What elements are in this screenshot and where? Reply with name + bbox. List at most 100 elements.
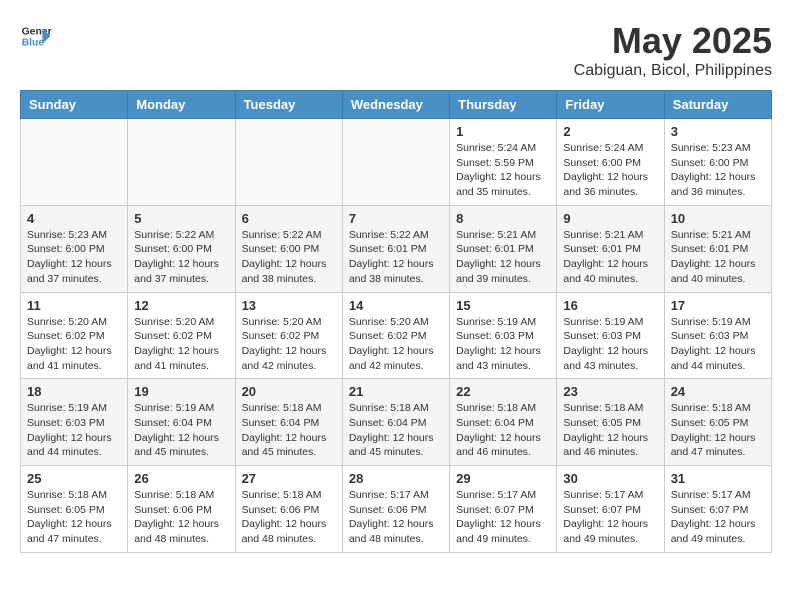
logo: General Blue [20,20,52,52]
table-row [342,119,449,206]
day-info: Sunrise: 5:20 AMSunset: 6:02 PMDaylight:… [27,315,121,374]
table-row: 25 Sunrise: 5:18 AMSunset: 6:05 PMDayligh… [21,466,128,553]
table-row: 24 Sunrise: 5:18 AMSunset: 6:05 PMDayligh… [664,379,771,466]
day-number: 30 [563,471,657,486]
day-info: Sunrise: 5:22 AMSunset: 6:01 PMDaylight:… [349,228,443,287]
table-row: 31 Sunrise: 5:17 AMSunset: 6:07 PMDayligh… [664,466,771,553]
table-row: 13 Sunrise: 5:20 AMSunset: 6:02 PMDayligh… [235,292,342,379]
day-number: 16 [563,298,657,313]
weekday-header-row: Sunday Monday Tuesday Wednesday Thursday… [21,91,772,119]
day-info: Sunrise: 5:19 AMSunset: 6:03 PMDaylight:… [563,315,657,374]
week-row-1: 1Sunrise: 5:24 AMSunset: 5:59 PMDaylight… [21,119,772,206]
table-row [128,119,235,206]
day-info: Sunrise: 5:17 AMSunset: 6:06 PMDaylight:… [349,488,443,547]
day-number: 25 [27,471,121,486]
day-info: Sunrise: 5:18 AMSunset: 6:04 PMDaylight:… [349,401,443,460]
table-row: 1Sunrise: 5:24 AMSunset: 5:59 PMDaylight… [450,119,557,206]
day-info: Sunrise: 5:19 AMSunset: 6:03 PMDaylight:… [456,315,550,374]
table-row: 22 Sunrise: 5:18 AMSunset: 6:04 PMDayligh… [450,379,557,466]
day-number: 9 [563,211,657,226]
week-row-5: 25 Sunrise: 5:18 AMSunset: 6:05 PMDayligh… [21,466,772,553]
day-number: 23 [563,384,657,399]
day-info: Sunrise: 5:19 AMSunset: 6:04 PMDaylight:… [134,401,228,460]
day-number: 26 [134,471,228,486]
day-number: 12 [134,298,228,313]
table-row: 14 Sunrise: 5:20 AMSunset: 6:02 PMDayligh… [342,292,449,379]
logo-icon: General Blue [20,20,52,52]
day-info: Sunrise: 5:24 AMSunset: 6:00 PMDaylight:… [563,141,657,200]
table-row: 5 Sunrise: 5:22 AMSunset: 6:00 PMDaylight… [128,205,235,292]
day-info: Sunrise: 5:21 AMSunset: 6:01 PMDaylight:… [456,228,550,287]
day-number: 28 [349,471,443,486]
day-info: Sunrise: 5:22 AMSunset: 6:00 PMDaylight:… [134,228,228,287]
table-row: 27 Sunrise: 5:18 AMSunset: 6:06 PMDayligh… [235,466,342,553]
table-row: 2 Sunrise: 5:24 AMSunset: 6:00 PMDaylight… [557,119,664,206]
day-number: 14 [349,298,443,313]
table-row: 30Sunrise: 5:17 AMSunset: 6:07 PMDayligh… [557,466,664,553]
svg-text:Blue: Blue [22,38,45,49]
day-number: 10 [671,211,765,226]
table-row: 18Sunrise: 5:19 AMSunset: 6:03 PMDayligh… [21,379,128,466]
day-number: 4 [27,211,121,226]
table-row: 12Sunrise: 5:20 AMSunset: 6:02 PMDayligh… [128,292,235,379]
table-row: 26 Sunrise: 5:18 AMSunset: 6:06 PMDayligh… [128,466,235,553]
day-number: 24 [671,384,765,399]
calendar-title: May 2025 [574,20,772,62]
day-info: Sunrise: 5:18 AMSunset: 6:05 PMDaylight:… [671,401,765,460]
day-number: 29 [456,471,550,486]
day-info: Sunrise: 5:17 AMSunset: 6:07 PMDaylight:… [671,488,765,547]
table-row: 23 Sunrise: 5:18 AMSunset: 6:05 PMDayligh… [557,379,664,466]
day-info: Sunrise: 5:23 AMSunset: 6:00 PMDaylight:… [27,228,121,287]
day-number: 2 [563,124,657,139]
calendar-table: Sunday Monday Tuesday Wednesday Thursday… [20,90,772,553]
header-thursday: Thursday [450,91,557,119]
day-info: Sunrise: 5:18 AMSunset: 6:04 PMDaylight:… [242,401,336,460]
day-info: Sunrise: 5:18 AMSunset: 6:04 PMDaylight:… [456,401,550,460]
week-row-4: 18Sunrise: 5:19 AMSunset: 6:03 PMDayligh… [21,379,772,466]
day-number: 11 [27,298,121,313]
table-row: 19Sunrise: 5:19 AMSunset: 6:04 PMDayligh… [128,379,235,466]
header-wednesday: Wednesday [342,91,449,119]
table-row: 21 Sunrise: 5:18 AMSunset: 6:04 PMDayligh… [342,379,449,466]
day-info: Sunrise: 5:18 AMSunset: 6:05 PMDaylight:… [563,401,657,460]
table-row: 6 Sunrise: 5:22 AMSunset: 6:00 PMDaylight… [235,205,342,292]
header-monday: Monday [128,91,235,119]
day-number: 13 [242,298,336,313]
day-info: Sunrise: 5:21 AMSunset: 6:01 PMDaylight:… [563,228,657,287]
day-number: 31 [671,471,765,486]
day-info: Sunrise: 5:18 AMSunset: 6:06 PMDaylight:… [134,488,228,547]
header-sunday: Sunday [21,91,128,119]
day-info: Sunrise: 5:19 AMSunset: 6:03 PMDaylight:… [671,315,765,374]
table-row: 16 Sunrise: 5:19 AMSunset: 6:03 PMDayligh… [557,292,664,379]
table-row: 17 Sunrise: 5:19 AMSunset: 6:03 PMDayligh… [664,292,771,379]
day-info: Sunrise: 5:18 AMSunset: 6:06 PMDaylight:… [242,488,336,547]
day-info: Sunrise: 5:20 AMSunset: 6:02 PMDaylight:… [349,315,443,374]
table-row: 10Sunrise: 5:21 AMSunset: 6:01 PMDayligh… [664,205,771,292]
day-info: Sunrise: 5:18 AMSunset: 6:05 PMDaylight:… [27,488,121,547]
title-block: May 2025 Cabiguan, Bicol, Philippines [574,20,772,80]
day-number: 27 [242,471,336,486]
week-row-2: 4 Sunrise: 5:23 AMSunset: 6:00 PMDaylight… [21,205,772,292]
table-row [235,119,342,206]
day-info: Sunrise: 5:19 AMSunset: 6:03 PMDaylight:… [27,401,121,460]
table-row: 9 Sunrise: 5:21 AMSunset: 6:01 PMDaylight… [557,205,664,292]
day-info: Sunrise: 5:20 AMSunset: 6:02 PMDaylight:… [242,315,336,374]
day-number: 22 [456,384,550,399]
day-number: 15 [456,298,550,313]
day-info: Sunrise: 5:23 AMSunset: 6:00 PMDaylight:… [671,141,765,200]
day-number: 17 [671,298,765,313]
day-number: 21 [349,384,443,399]
day-number: 20 [242,384,336,399]
calendar-subtitle: Cabiguan, Bicol, Philippines [574,62,772,80]
day-number: 3 [671,124,765,139]
day-number: 6 [242,211,336,226]
day-number: 5 [134,211,228,226]
header-tuesday: Tuesday [235,91,342,119]
page-header: General Blue May 2025 Cabiguan, Bicol, P… [20,20,772,80]
day-number: 8 [456,211,550,226]
table-row: 15 Sunrise: 5:19 AMSunset: 6:03 PMDayligh… [450,292,557,379]
table-row [21,119,128,206]
table-row: 20 Sunrise: 5:18 AMSunset: 6:04 PMDayligh… [235,379,342,466]
table-row: 3 Sunrise: 5:23 AMSunset: 6:00 PMDaylight… [664,119,771,206]
day-info: Sunrise: 5:22 AMSunset: 6:00 PMDaylight:… [242,228,336,287]
